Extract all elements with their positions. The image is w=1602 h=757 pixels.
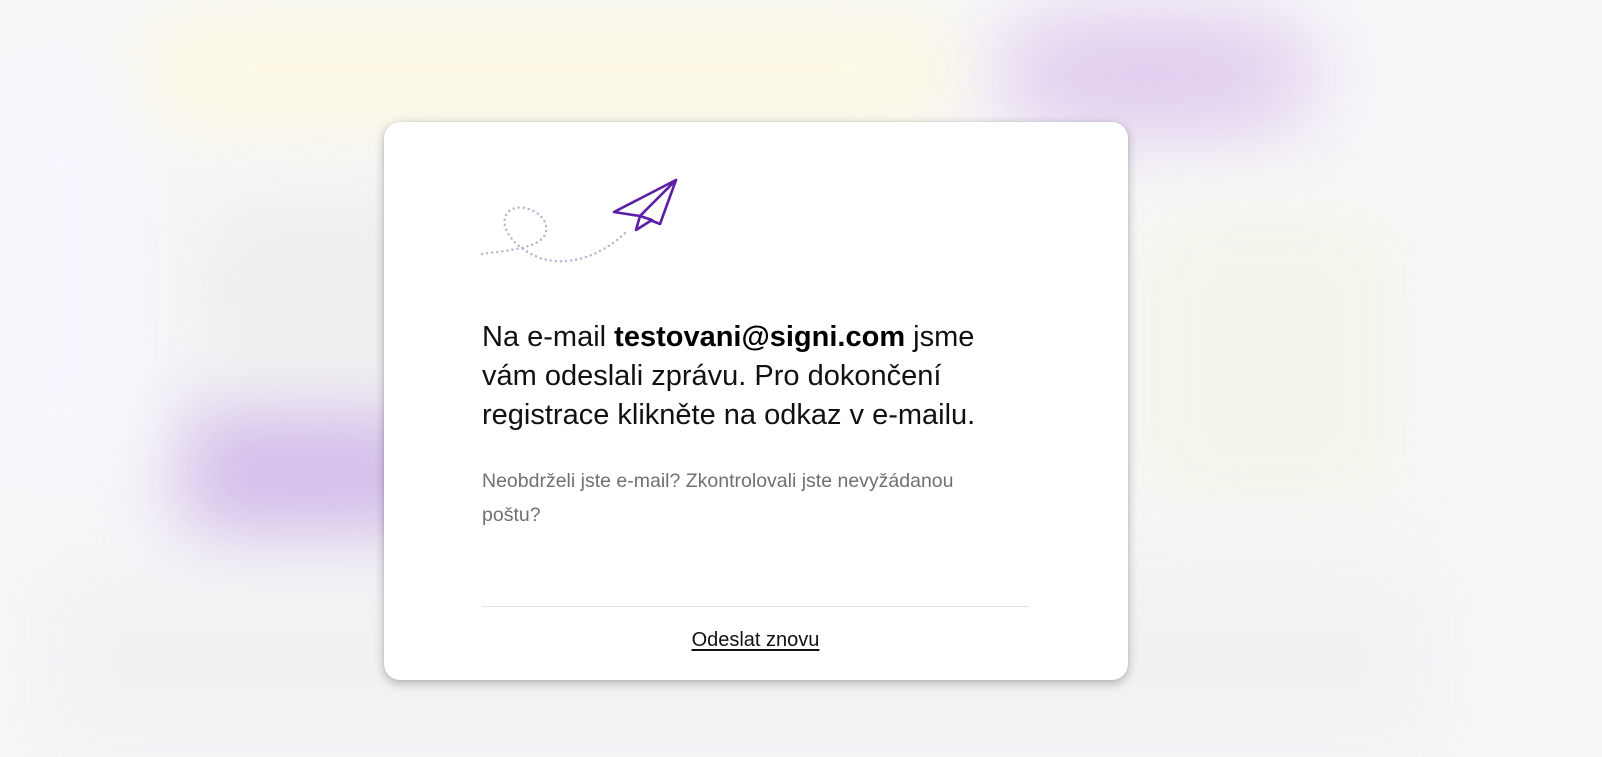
email-sent-card: Na e-mail testovani@signi.com jsme vám o… xyxy=(384,122,1128,680)
background-blob xyxy=(0,80,120,460)
confirmation-message: Na e-mail testovani@signi.com jsme vám o… xyxy=(482,318,1022,435)
paper-plane-icon xyxy=(480,178,678,263)
dotted-trail xyxy=(480,206,630,263)
paper-plane xyxy=(612,178,678,232)
email-address: testovani@signi.com xyxy=(614,321,906,353)
background-blob xyxy=(1040,40,1260,110)
background-blob xyxy=(1130,200,1410,520)
background-blob xyxy=(140,10,960,130)
spam-hint: Neobdrželi jste e-mail? Zkontrolovali js… xyxy=(482,470,954,526)
message-prefix: Na e-mail xyxy=(482,321,615,353)
divider xyxy=(482,606,1029,607)
resend-link[interactable]: Odeslat znovu xyxy=(482,627,1029,653)
